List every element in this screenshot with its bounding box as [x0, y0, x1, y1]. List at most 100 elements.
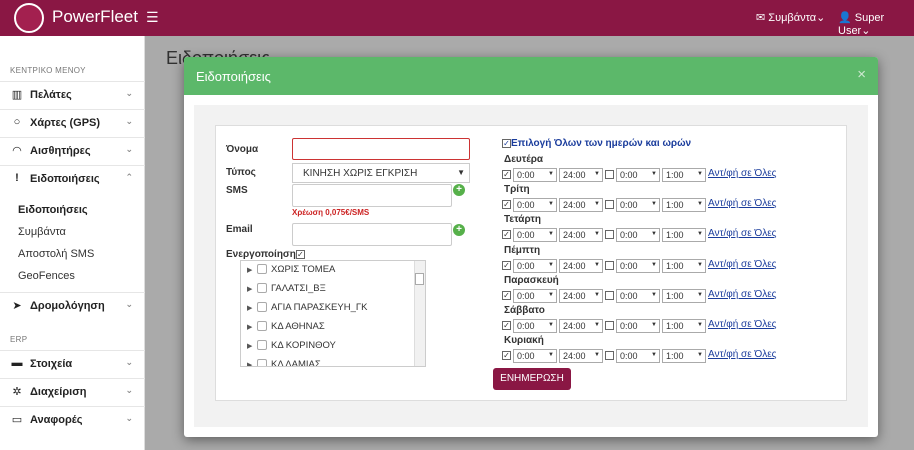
time-from2-select[interactable]: 0:00 ▼	[616, 168, 660, 182]
expand-arrow-icon[interactable]: ▶	[247, 342, 257, 350]
tree-scrollbar[interactable]	[414, 261, 425, 366]
invert-all-link[interactable]: Αντ/φή σε Όλες	[708, 168, 776, 179]
tree-checkbox[interactable]	[257, 283, 267, 294]
time-from-select[interactable]: 0:00 ▼	[513, 228, 557, 242]
hamburger-menu-icon[interactable]: ☰	[146, 9, 159, 26]
day-enable-checkbox[interactable]: ✓	[502, 170, 511, 179]
select-all-checkbox[interactable]: ✓	[502, 138, 511, 148]
time-to2-select[interactable]: 1:00 ▼	[662, 349, 706, 363]
day-enable-checkbox[interactable]: ✓	[502, 291, 511, 300]
day-enable-checkbox[interactable]: ✓	[502, 351, 511, 360]
invert-all-link[interactable]: Αντ/φή σε Όλες	[708, 259, 776, 270]
sidebar-item-data[interactable]: ▬ Στοιχεία ⌄	[0, 350, 145, 376]
tree-item[interactable]: ▶ ΚΔ ΑΘΗΝΑΣ	[247, 321, 325, 337]
time-from2-select[interactable]: 0:00 ▼	[616, 259, 660, 273]
sidebar-item-maps[interactable]: ○ Χάρτες (GPS) ⌄	[0, 109, 145, 135]
user-dropdown[interactable]: 👤 Super User⌄	[838, 11, 914, 37]
map-icon: ▥	[11, 89, 23, 101]
add-sms-plus-icon[interactable]: +	[453, 184, 465, 196]
time-to2-select[interactable]: 1:00 ▼	[662, 228, 706, 242]
close-icon[interactable]: ×	[857, 66, 866, 83]
tree-checkbox[interactable]	[257, 264, 267, 275]
invert-all-link[interactable]: Αντ/φή σε Όλες	[708, 349, 776, 360]
sidebar-item-notifications[interactable]: ! Ειδοποιήσεις ⌃	[0, 165, 145, 191]
chevron-down-icon: ⌄	[125, 116, 133, 126]
tree-item[interactable]: ▶ ΧΩΡΙΣ ΤΟΜΕΑ	[247, 264, 335, 280]
time-from2-select[interactable]: 0:00 ▼	[616, 228, 660, 242]
time-to-select[interactable]: 24:00 ▼	[559, 168, 603, 182]
tree-scrollbar-thumb[interactable]	[415, 273, 424, 285]
time-from-select[interactable]: 0:00 ▼	[513, 198, 557, 212]
update-button[interactable]: ΕΝΗΜΕΡΩΣΗ	[493, 368, 571, 390]
day-enable-checkbox[interactable]: ✓	[502, 230, 511, 239]
expand-arrow-icon[interactable]: ▶	[247, 304, 257, 312]
time-from2-select[interactable]: 0:00 ▼	[616, 319, 660, 333]
time-to-select[interactable]: 24:00 ▼	[559, 198, 603, 212]
select-all-days[interactable]: ✓Επιλογή Όλων των ημερών και ωρών	[502, 138, 691, 149]
expand-arrow-icon[interactable]: ▶	[247, 266, 257, 274]
day-enable-checkbox[interactable]: ✓	[502, 261, 511, 270]
tree-item[interactable]: ▶ ΓΑΛΑΤΣΙ_ΒΞ	[247, 283, 326, 299]
day-enable-checkbox[interactable]: ✓	[502, 321, 511, 330]
second-period-checkbox[interactable]	[605, 351, 614, 360]
time-to-select[interactable]: 24:00 ▼	[559, 289, 603, 303]
time-to-select[interactable]: 24:00 ▼	[559, 349, 603, 363]
sidebar-subitem-notifications[interactable]: Ειδοποιήσεις	[18, 204, 88, 216]
time-to-select[interactable]: 24:00 ▼	[559, 259, 603, 273]
tree-item[interactable]: ▶ ΚΔ ΛΑΜΙΑΣ	[247, 359, 321, 366]
type-select[interactable]: ΚΙΝΗΣΗ ΧΩΡΙΣ ΕΓΚΡΙΣΗ ▼	[292, 163, 470, 183]
sidebar-subitem-geofences[interactable]: GeoFences	[18, 270, 75, 282]
tree-checkbox[interactable]	[257, 340, 267, 351]
sidebar-item-customers[interactable]: ▥ Πελάτες ⌄	[0, 81, 145, 107]
time-from-select[interactable]: 0:00 ▼	[513, 168, 557, 182]
sidebar-item-label: Αναφορές	[30, 414, 83, 426]
tree-checkbox[interactable]	[257, 321, 267, 332]
invert-all-link[interactable]: Αντ/φή σε Όλες	[708, 228, 776, 239]
tree-item[interactable]: ▶ ΑΓΙΑ ΠΑΡΑΣΚΕΥΗ_ΓΚ	[247, 302, 367, 318]
time-to2-select[interactable]: 1:00 ▼	[662, 259, 706, 273]
alerts-dropdown[interactable]: ✉ Συμβάντα⌄	[756, 11, 825, 24]
expand-arrow-icon[interactable]: ▶	[247, 285, 257, 293]
expand-arrow-icon[interactable]: ▶	[247, 323, 257, 331]
time-value: 0:00	[620, 200, 638, 210]
sidebar-item-sensors[interactable]: ◠ Αισθητήρες ⌄	[0, 137, 145, 163]
monitor-icon: ▭	[11, 414, 23, 426]
sidebar-item-routing[interactable]: ➤ Δρομολόγηση ⌄	[0, 292, 145, 318]
time-from-select[interactable]: 0:00 ▼	[513, 289, 557, 303]
time-from-select[interactable]: 0:00 ▼	[513, 349, 557, 363]
invert-all-link[interactable]: Αντ/φή σε Όλες	[708, 289, 776, 300]
invert-all-link[interactable]: Αντ/φή σε Όλες	[708, 198, 776, 209]
expand-arrow-icon[interactable]: ▶	[247, 361, 257, 366]
tree-checkbox[interactable]	[257, 302, 267, 313]
tree-checkbox[interactable]	[257, 359, 267, 366]
sidebar-subitem-events[interactable]: Συμβάντα	[18, 226, 66, 238]
sms-input[interactable]	[292, 184, 452, 207]
time-to2-select[interactable]: 1:00 ▼	[662, 168, 706, 182]
time-from2-select[interactable]: 0:00 ▼	[616, 198, 660, 212]
second-period-checkbox[interactable]	[605, 200, 614, 209]
name-input[interactable]	[292, 138, 470, 160]
tree-item[interactable]: ▶ ΚΔ ΚΟΡΙΝΘΟΥ	[247, 340, 336, 356]
time-to-select[interactable]: 24:00 ▼	[559, 228, 603, 242]
second-period-checkbox[interactable]	[605, 261, 614, 270]
invert-all-link[interactable]: Αντ/φή σε Όλες	[708, 319, 776, 330]
second-period-checkbox[interactable]	[605, 291, 614, 300]
second-period-checkbox[interactable]	[605, 170, 614, 179]
time-to2-select[interactable]: 1:00 ▼	[662, 289, 706, 303]
sidebar-item-management[interactable]: ✲ Διαχείριση ⌄	[0, 378, 145, 404]
add-email-plus-icon[interactable]: +	[453, 224, 465, 236]
time-from2-select[interactable]: 0:00 ▼	[616, 349, 660, 363]
sidebar-subitem-send-sms[interactable]: Αποστολή SMS	[18, 248, 94, 260]
time-to2-select[interactable]: 1:00 ▼	[662, 319, 706, 333]
second-period-checkbox[interactable]	[605, 321, 614, 330]
time-from-select[interactable]: 0:00 ▼	[513, 319, 557, 333]
second-period-checkbox[interactable]	[605, 230, 614, 239]
enable-checkbox[interactable]: ✓	[295, 249, 305, 259]
time-from-select[interactable]: 0:00 ▼	[513, 259, 557, 273]
time-from2-select[interactable]: 0:00 ▼	[616, 289, 660, 303]
time-to2-select[interactable]: 1:00 ▼	[662, 198, 706, 212]
sidebar-item-reports[interactable]: ▭ Αναφορές ⌄	[0, 406, 145, 432]
time-to-select[interactable]: 24:00 ▼	[559, 319, 603, 333]
email-input[interactable]	[292, 223, 452, 246]
day-enable-checkbox[interactable]: ✓	[502, 200, 511, 209]
